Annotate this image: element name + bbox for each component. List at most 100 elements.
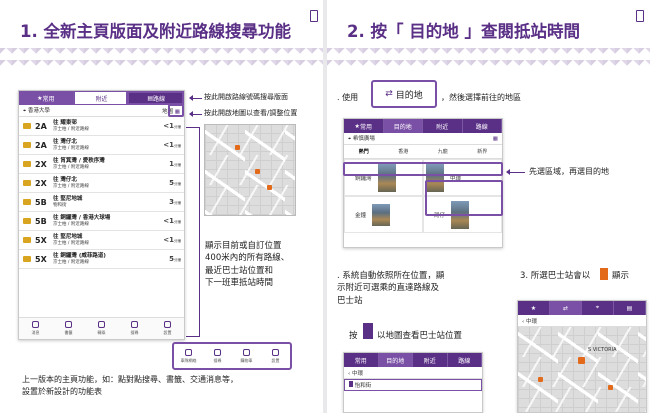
destination-bar[interactable]: ‹ 中環 (344, 367, 482, 379)
bus-stop-marker (267, 185, 272, 190)
route-row[interactable]: 2A 往 灣仔北 京士柏 / 附近路線 <1分鐘 (19, 136, 184, 155)
menu-item[interactable]: 車隊網絡 (174, 344, 203, 368)
route-info: 往 堅尼地城 京士柏 / 附近路線 (53, 233, 89, 246)
app-screenshot-home: ★ 常用 附近 ▤ 路線 ⌖ 香港大學 地圖 ▦ 2A 往 耀東邨 京士柏 / 附近… (18, 90, 185, 340)
decorative-band (327, 48, 650, 70)
nav-icon (65, 321, 72, 328)
bus-icon (23, 218, 31, 224)
tab-nearby[interactable]: 附近 (423, 119, 463, 133)
bus-icon (23, 123, 31, 129)
tab-destination[interactable]: ⇄ (550, 301, 582, 315)
route-row[interactable]: 5B 往 銅鑼灣 / 香港大球場 京士柏 / 附近路線 <1分鐘 (19, 212, 184, 231)
route-info: 往 耀東邨 京士柏 / 附近路線 (53, 119, 89, 132)
map-icon[interactable]: ▦ (493, 136, 498, 142)
route-row[interactable]: 2A 往 耀東邨 京士柏 / 附近路線 <1分鐘 (19, 117, 184, 136)
pin-icon: ⌖ (23, 108, 27, 114)
tab-nearby[interactable]: 附近 (73, 91, 130, 105)
menu-icon (214, 348, 221, 356)
highlight-area (425, 180, 503, 216)
tab-routes[interactable]: ▤ (614, 301, 646, 315)
menu-item[interactable]: 設置 (261, 344, 290, 368)
tab-favourites[interactable]: 常用 (344, 353, 379, 367)
slide-left: 1. 全新主頁版面及附近路線搜尋功能 ★ 常用 附近 ▤ 路線 ⌖ 香港大學 地… (0, 0, 323, 413)
selected-stop-marker (578, 357, 585, 364)
nav-item[interactable]: 消息 (19, 318, 52, 339)
tab-destination[interactable]: 目的地 (383, 119, 423, 133)
nav-item[interactable]: 書籤 (52, 318, 85, 339)
slide-title: 2. 按「 目的地 」查閱抵站時間 (347, 22, 580, 41)
arrow-map (189, 110, 202, 117)
stop-row[interactable]: 怡和街 (344, 379, 482, 391)
destination-bar[interactable]: ‹ 中環 (518, 315, 646, 327)
nav-item[interactable]: 搜尋 (118, 318, 151, 339)
step3-text: 3. 所選巴士站會以 (520, 271, 591, 281)
step2-text: . 系統自動依照所在位置，顯 示附近可選乘的直達路線及 巴士站 (337, 271, 445, 306)
back-icon[interactable]: ‹ (522, 319, 524, 325)
route-info: 往 筲箕灣 / 愛秩序灣 京士柏 / 附近路線 (53, 157, 105, 170)
tab-nearby[interactable]: ⌖ (582, 301, 614, 315)
back-icon[interactable]: ‹ (348, 371, 350, 377)
route-row[interactable]: 5B 往 堅尼地城 物和街 3分鐘 (19, 193, 184, 212)
route-number: 5X (35, 235, 47, 245)
tab-favourites[interactable]: ★ (518, 301, 550, 315)
region-nt[interactable]: 新界 (463, 145, 503, 158)
route-row[interactable]: 2X 往 灣仔北 京士柏 / 附近路線 5分鐘 (19, 174, 184, 193)
document-icon (310, 10, 318, 22)
tab-routes[interactable]: 路線 (448, 353, 482, 367)
arrow-region (506, 168, 525, 175)
map-button[interactable] (349, 381, 353, 387)
callout-route-search: 按此開啟路線號碼搜尋版面 (204, 93, 288, 101)
menu-zoom: 車隊網絡 搜尋 購物車 設置 (172, 342, 292, 370)
route-number: 5B (35, 197, 47, 207)
route-row[interactable]: 5X 往 堅尼地城 京士柏 / 附近路線 <1分鐘 (19, 231, 184, 250)
nav-item[interactable]: 轉乘 (85, 318, 118, 339)
location-bar[interactable]: ⌖ 香港大學 地圖 ▦ (19, 105, 184, 117)
route-number: 2X (35, 159, 47, 169)
route-row[interactable]: 2X 往 筲箕灣 / 愛秩序灣 京士柏 / 附近路線 1分鐘 (19, 155, 184, 174)
nav-icon (131, 321, 138, 328)
eta: 1分鐘 (169, 160, 181, 168)
tab-bar: 常用 目的地 附近 路線 (344, 353, 482, 367)
route-info: 往 灣仔北 京士柏 / 附近路線 (53, 176, 89, 189)
region-kowloon[interactable]: 九龍 (423, 145, 463, 158)
tab-bar: ★ 常用 目的地 附近 路線 (344, 119, 502, 133)
bus-icon (23, 256, 31, 262)
nav-icon (32, 321, 39, 328)
stop-map[interactable]: S VICTORIA (518, 327, 646, 412)
nav-item[interactable]: 設置 (151, 318, 184, 339)
callout-map-view: 按此開啟地圖以查看/調整位置 (204, 109, 298, 117)
bottom-nav: 消息 書籤 轉乘 搜尋 設置 (19, 317, 184, 339)
route-row[interactable]: 5X 往 銅鑼灣 (威菲路道) 京士柏 / 附近路線 5分鐘 (19, 250, 184, 269)
area-admiralty[interactable]: 金鐘 (344, 196, 423, 233)
eta: 5分鐘 (169, 255, 181, 263)
eta: 3分鐘 (169, 198, 181, 206)
menu-icon (185, 348, 192, 356)
region-hot[interactable]: 熱門 (344, 145, 384, 158)
nav-icon (164, 321, 171, 328)
highlight-region-tabs (343, 162, 503, 176)
tab-favourites[interactable]: ★ 常用 (19, 91, 74, 105)
step2b-suffix: 以地圖查看巴士站位置 (377, 331, 463, 341)
tab-favourites[interactable]: ★ 常用 (344, 119, 384, 133)
menu-item[interactable]: 購物車 (232, 344, 261, 368)
eta: <1分鐘 (163, 236, 181, 244)
menu-item[interactable]: 搜尋 (203, 344, 232, 368)
callout-nearby: 顯示目前或自訂位置 400米內的所有路線、 最近巴士站位置和 下一班車抵站時間 (205, 241, 290, 288)
location-name: 香港大學 (27, 108, 50, 114)
location-bar[interactable]: ⌖ 希慎廣場 ▦ (344, 133, 502, 145)
bus-icon (23, 142, 31, 148)
tab-destination[interactable]: 目的地 (378, 353, 413, 367)
bus-stop-marker (538, 377, 543, 382)
nav-icon (98, 321, 105, 328)
highlight-map-button (168, 104, 184, 117)
region-hk[interactable]: 香港 (384, 145, 424, 158)
bus-icon (23, 199, 31, 205)
tab-nearby[interactable]: 附近 (413, 353, 448, 367)
map-preview[interactable] (204, 124, 296, 216)
map-button-sample (363, 323, 373, 339)
tab-routes[interactable]: 路線 (463, 119, 502, 133)
bus-stop-marker (255, 169, 260, 174)
menu-icon (243, 348, 250, 356)
route-number: 5B (35, 216, 47, 226)
highlight-routes-tab (126, 91, 184, 105)
